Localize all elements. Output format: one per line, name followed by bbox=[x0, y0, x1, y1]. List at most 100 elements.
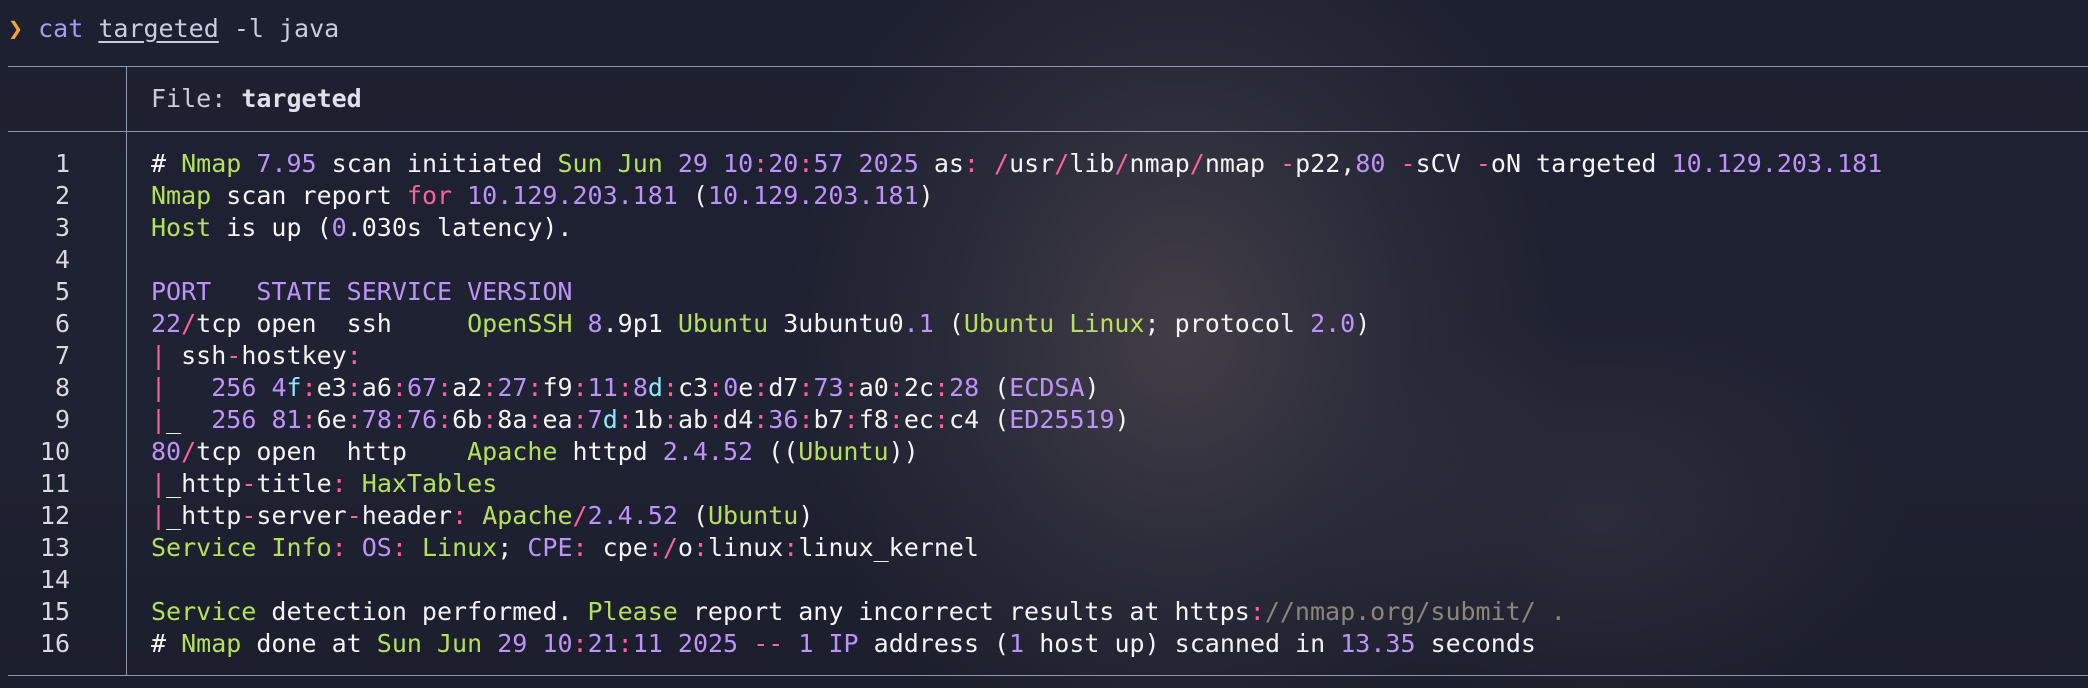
code-token: : bbox=[753, 373, 769, 402]
code-token: / bbox=[181, 437, 197, 466]
code-token: host up) scanned in bbox=[1024, 629, 1341, 658]
code-token: done at bbox=[241, 629, 377, 658]
code-token: 2.0 bbox=[1310, 309, 1356, 338]
code-token: title bbox=[256, 469, 332, 498]
code-token: / bbox=[572, 501, 588, 530]
code-token: tcp open http bbox=[196, 437, 468, 466]
code-token: - bbox=[1475, 149, 1491, 178]
file-header: File: targeted bbox=[151, 84, 362, 114]
code-token: e3 bbox=[316, 373, 347, 402]
code-token: nmap bbox=[1129, 149, 1190, 178]
code-token: : bbox=[482, 373, 498, 402]
code-token: 0 bbox=[723, 373, 739, 402]
code-line: Service detection performed. Please repo… bbox=[151, 596, 1882, 628]
code-token: 27 bbox=[497, 373, 528, 402]
code-token: Host bbox=[151, 213, 212, 242]
code-line: PORT STATE SERVICE VERSION bbox=[151, 276, 1882, 308]
code-token: 4 bbox=[271, 373, 287, 402]
code-line: 80/tcp open http Apache httpd 2.4.52 ((U… bbox=[151, 436, 1882, 468]
code-token: a2 bbox=[452, 373, 483, 402]
code-token: : bbox=[301, 373, 317, 402]
code-token: Linux bbox=[421, 533, 498, 562]
code-token: 11 bbox=[587, 373, 618, 402]
code-token: 29 bbox=[497, 629, 528, 658]
code-token: | bbox=[151, 469, 167, 498]
code-token: 0 bbox=[331, 213, 347, 242]
code-token: : bbox=[692, 533, 709, 562]
line-number: 3 bbox=[54, 213, 70, 242]
code-token: header bbox=[361, 501, 453, 530]
code-token: ) bbox=[798, 501, 814, 530]
code-token: / bbox=[994, 149, 1010, 178]
code-token: c4 ( bbox=[949, 405, 1010, 434]
code-token: tcp open ssh bbox=[196, 309, 468, 338]
code-token: Nmap bbox=[181, 149, 242, 178]
code-token: Ubuntu Linux bbox=[963, 309, 1145, 338]
code-token: ab bbox=[678, 405, 709, 434]
code-line: |_http-title: HaxTables bbox=[151, 468, 1882, 500]
code-token: address ( bbox=[858, 629, 1010, 658]
header-bottom-border bbox=[8, 131, 2088, 132]
code-token: : bbox=[437, 405, 453, 434]
code-token: linux bbox=[708, 533, 784, 562]
code-token: 8a bbox=[497, 405, 528, 434]
code-token: | bbox=[151, 405, 167, 434]
code-token: 80 bbox=[151, 437, 182, 466]
code-token: d7 bbox=[768, 373, 799, 402]
code-token: 78 bbox=[361, 405, 392, 434]
code-token: 7 bbox=[587, 405, 603, 434]
code-token: 3ubuntu0 bbox=[768, 309, 904, 338]
code-token: f bbox=[286, 373, 302, 402]
code-token: : bbox=[798, 373, 814, 402]
code-line: |_ 256 81:6e:78:76:6b:8a:ea:7d:1b:ab:d4:… bbox=[151, 404, 1882, 436]
code-token: 8 bbox=[587, 309, 603, 338]
code-token: CPE bbox=[527, 533, 573, 562]
code-line: # Nmap done at Sun Jun 29 10:21:11 2025 … bbox=[151, 628, 1882, 660]
code-token: 1b bbox=[632, 405, 663, 434]
line-number: 12 bbox=[39, 501, 70, 530]
code-token: : bbox=[843, 373, 859, 402]
content-bottom-border bbox=[8, 675, 2088, 676]
code-token: 8 bbox=[632, 373, 648, 402]
code-token: Nmap bbox=[151, 181, 212, 210]
code-token: : bbox=[933, 405, 950, 434]
code-token: for bbox=[406, 181, 453, 210]
code-token: p22, bbox=[1295, 149, 1356, 178]
code-token: : bbox=[888, 405, 904, 434]
code-token: : bbox=[708, 405, 724, 434]
code-token: ; bbox=[497, 533, 528, 562]
terminal-window[interactable]: ❯ cat targeted -l java File: targeted 12… bbox=[0, 0, 2088, 688]
code-token: 57 bbox=[813, 149, 844, 178]
code-token: : bbox=[963, 149, 979, 178]
code-token: detection performed. bbox=[256, 597, 588, 626]
code-line: 22/tcp open ssh OpenSSH 8.9p1 Ubuntu 3ub… bbox=[151, 308, 1882, 340]
code-token: - bbox=[241, 469, 257, 498]
line-number: 6 bbox=[54, 309, 70, 338]
code-token: 2.4.52 bbox=[587, 501, 678, 530]
command-prompt-line[interactable]: ❯ cat targeted -l java bbox=[8, 14, 339, 44]
code-token: / bbox=[1189, 149, 1205, 178]
code-token: b7 bbox=[813, 405, 844, 434]
code-token: scan initiated bbox=[316, 149, 558, 178]
code-token: linux_kernel bbox=[798, 533, 979, 562]
code-token: ) bbox=[1114, 405, 1130, 434]
line-number: 10 bbox=[39, 437, 70, 466]
code-token: usr bbox=[1009, 149, 1055, 178]
prompt-file-argument[interactable]: targeted bbox=[98, 14, 218, 43]
code-token: 10 bbox=[542, 629, 573, 658]
code-token: f8 bbox=[858, 405, 889, 434]
code-token: lib bbox=[1069, 149, 1115, 178]
code-token: 11 bbox=[632, 629, 663, 658]
code-token: : bbox=[783, 533, 799, 562]
code-token: f9 bbox=[542, 373, 573, 402]
code-token: as bbox=[918, 149, 964, 178]
